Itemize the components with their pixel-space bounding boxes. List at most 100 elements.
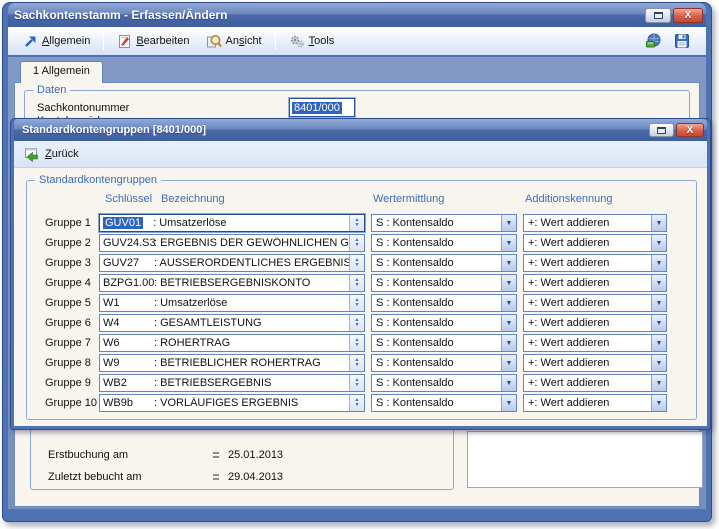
wertermittlung-select[interactable]: S : Kontensaldo ▼ — [371, 294, 517, 312]
restore-icon — [657, 127, 666, 134]
additionskennung-select[interactable]: +: Wert addieren ▼ — [523, 254, 667, 272]
spinner-control[interactable]: ▲▼ — [349, 235, 364, 251]
restore-icon — [654, 12, 663, 19]
wertermittlung-value: S : Kontensaldo — [372, 297, 501, 309]
schluessel-input[interactable]: WB9b : VORLÄUFIGES ERGEBNIS ▲▼ — [99, 394, 365, 412]
dropdown-arrow-icon[interactable]: ▼ — [651, 315, 666, 331]
spinner-control[interactable]: ▲▼ — [349, 315, 364, 331]
restore-button[interactable] — [645, 8, 671, 23]
dropdown-arrow-icon[interactable]: ▼ — [501, 395, 516, 411]
schluessel-input[interactable]: GUV24.S3 : ERGEBNIS DER GEWÖHNLICHEN GES… — [99, 234, 365, 252]
dropdown-arrow-icon[interactable]: ▼ — [501, 355, 516, 371]
wertermittlung-value: S : Kontensaldo — [372, 237, 501, 249]
zurueck-button[interactable]: Zurück — [24, 147, 79, 162]
additionskennung-select[interactable]: +: Wert addieren ▼ — [523, 314, 667, 332]
gruppe-label: Gruppe 5 — [45, 297, 99, 309]
menu-bearbeiten[interactable]: Bearbeiten — [110, 31, 196, 52]
schluessel-input[interactable]: W1 : Umsatzerlöse ▲▼ — [99, 294, 365, 312]
close-button[interactable]: X — [673, 8, 703, 23]
dropdown-arrow-icon[interactable]: ▼ — [501, 295, 516, 311]
globe-book-icon[interactable] — [645, 33, 662, 49]
wertermittlung-select[interactable]: S : Kontensaldo ▼ — [371, 354, 517, 372]
tab-allgemein[interactable]: 1 Allgemein — [20, 61, 103, 83]
dropdown-arrow-icon[interactable]: ▼ — [651, 335, 666, 351]
wertermittlung-select[interactable]: S : Kontensaldo ▼ — [371, 394, 517, 412]
toolbar-separator — [103, 32, 104, 50]
main-titlebar[interactable]: Sachkontenstamm - Erfassen/Ändern X — [8, 3, 706, 27]
dropdown-arrow-icon[interactable]: ▼ — [651, 355, 666, 371]
wertermittlung-select[interactable]: S : Kontensaldo ▼ — [371, 314, 517, 332]
dropdown-arrow-icon[interactable]: ▼ — [501, 275, 516, 291]
dropdown-arrow-icon[interactable]: ▼ — [501, 235, 516, 251]
dropdown-arrow-icon[interactable]: ▼ — [651, 255, 666, 271]
save-icon[interactable] — [674, 33, 690, 49]
dropdown-arrow-icon[interactable]: ▼ — [651, 275, 666, 291]
dropdown-arrow-icon[interactable]: ▼ — [501, 375, 516, 391]
menu-ansicht[interactable]: Ansicht — [199, 31, 269, 52]
menu-tools[interactable]: Tools — [282, 31, 342, 52]
dropdown-arrow-icon[interactable]: ▼ — [651, 295, 666, 311]
wertermittlung-select[interactable]: S : Kontensaldo ▼ — [371, 214, 517, 232]
spinner-control[interactable]: ▲▼ — [349, 355, 364, 371]
schluessel-input[interactable]: W9 : BETRIEBLICHER ROHERTRAG ▲▼ — [99, 354, 365, 372]
schluessel-input[interactable]: GUV01 : Umsatzerlöse ▲▼ — [99, 214, 365, 232]
wertermittlung-select[interactable]: S : Kontensaldo ▼ — [371, 274, 517, 292]
erstbuchung-value: 25.01.2013 — [228, 449, 283, 461]
menu-allgemein[interactable]: Allgemein — [16, 31, 97, 52]
additionskennung-value: +: Wert addieren — [524, 337, 651, 349]
additionskennung-select[interactable]: +: Wert addieren ▼ — [523, 214, 667, 232]
wertermittlung-select[interactable]: S : Kontensaldo ▼ — [371, 234, 517, 252]
dropdown-arrow-icon[interactable]: ▼ — [651, 215, 666, 231]
additionskennung-select[interactable]: +: Wert addieren ▼ — [523, 334, 667, 352]
dropdown-arrow-icon[interactable]: ▼ — [501, 315, 516, 331]
spinner-control[interactable]: ▲▼ — [349, 395, 364, 411]
schluessel-input[interactable]: W6 : ROHERTRAG ▲▼ — [99, 334, 365, 352]
schluessel-value: GUV24.S3 — [100, 237, 154, 249]
notes-box[interactable] — [467, 431, 703, 488]
dropdown-arrow-icon[interactable]: ▼ — [651, 395, 666, 411]
zuletzt-bebucht-value: 29.04.2013 — [228, 471, 283, 483]
spinner-down-icon: ▼ — [355, 383, 360, 388]
dropdown-arrow-icon[interactable]: ▼ — [651, 375, 666, 391]
additionskennung-select[interactable]: +: Wert addieren ▼ — [523, 294, 667, 312]
wertermittlung-value: S : Kontensaldo — [372, 357, 501, 369]
additionskennung-select[interactable]: +: Wert addieren ▼ — [523, 394, 667, 412]
wertermittlung-value: S : Kontensaldo — [372, 257, 501, 269]
additionskennung-select[interactable]: +: Wert addieren ▼ — [523, 234, 667, 252]
sachkontonummer-input[interactable]: 8401/000 — [289, 98, 355, 117]
zuletzt-bebucht-row: Zuletzt bebucht am 29.04.2013 — [48, 471, 283, 483]
schluessel-input[interactable]: WB2 : BETRIEBSERGEBNIS ▲▼ — [99, 374, 365, 392]
spinner-control[interactable]: ▲▼ — [349, 275, 364, 291]
magnifier-icon — [206, 34, 222, 49]
dropdown-arrow-icon[interactable]: ▼ — [501, 215, 516, 231]
schluessel-input[interactable]: GUV27 : AUSSERORDENTLICHES ERGEBNIS ▲▼ — [99, 254, 365, 272]
schluessel-input[interactable]: BZPG1.00 : BETRIEBSERGEBNISKONTO ▲▼ — [99, 274, 365, 292]
bezeichnung-value: : ROHERTRAG — [154, 337, 349, 349]
wertermittlung-select[interactable]: S : Kontensaldo ▼ — [371, 374, 517, 392]
dropdown-arrow-icon[interactable]: ▼ — [651, 235, 666, 251]
wertermittlung-select[interactable]: S : Kontensaldo ▼ — [371, 334, 517, 352]
additionskennung-value: +: Wert addieren — [524, 317, 651, 329]
spinner-control[interactable]: ▲▼ — [349, 335, 364, 351]
additionskennung-select[interactable]: +: Wert addieren ▼ — [523, 374, 667, 392]
spinner-control[interactable]: ▲▼ — [349, 215, 364, 231]
gears-icon — [289, 34, 305, 49]
dialog-titlebar[interactable]: Standardkontengruppen [8401/000] X — [14, 119, 707, 141]
spinner-down-icon: ▼ — [355, 323, 360, 328]
spinner-control[interactable]: ▲▼ — [349, 295, 364, 311]
dropdown-arrow-icon[interactable]: ▼ — [501, 335, 516, 351]
spinner-control[interactable]: ▲▼ — [349, 375, 364, 391]
dialog-restore-button[interactable] — [649, 123, 674, 137]
wertermittlung-select[interactable]: S : Kontensaldo ▼ — [371, 254, 517, 272]
spinner-control[interactable]: ▲▼ — [349, 255, 364, 271]
additionskennung-select[interactable]: +: Wert addieren ▼ — [523, 274, 667, 292]
gruppe-label: Gruppe 2 — [45, 237, 99, 249]
schluessel-input[interactable]: W4 : GESAMTLEISTUNG ▲▼ — [99, 314, 365, 332]
dropdown-arrow-icon[interactable]: ▼ — [501, 255, 516, 271]
dialog-close-button[interactable]: X — [676, 123, 704, 137]
additionskennung-select[interactable]: +: Wert addieren ▼ — [523, 354, 667, 372]
schluessel-value: W6 — [100, 337, 154, 349]
table-row: Gruppe 1 GUV01 : Umsatzerlöse ▲▼ S : Kon… — [27, 213, 696, 233]
spinner-down-icon: ▼ — [355, 363, 360, 368]
field-bullet-icon — [213, 474, 219, 480]
